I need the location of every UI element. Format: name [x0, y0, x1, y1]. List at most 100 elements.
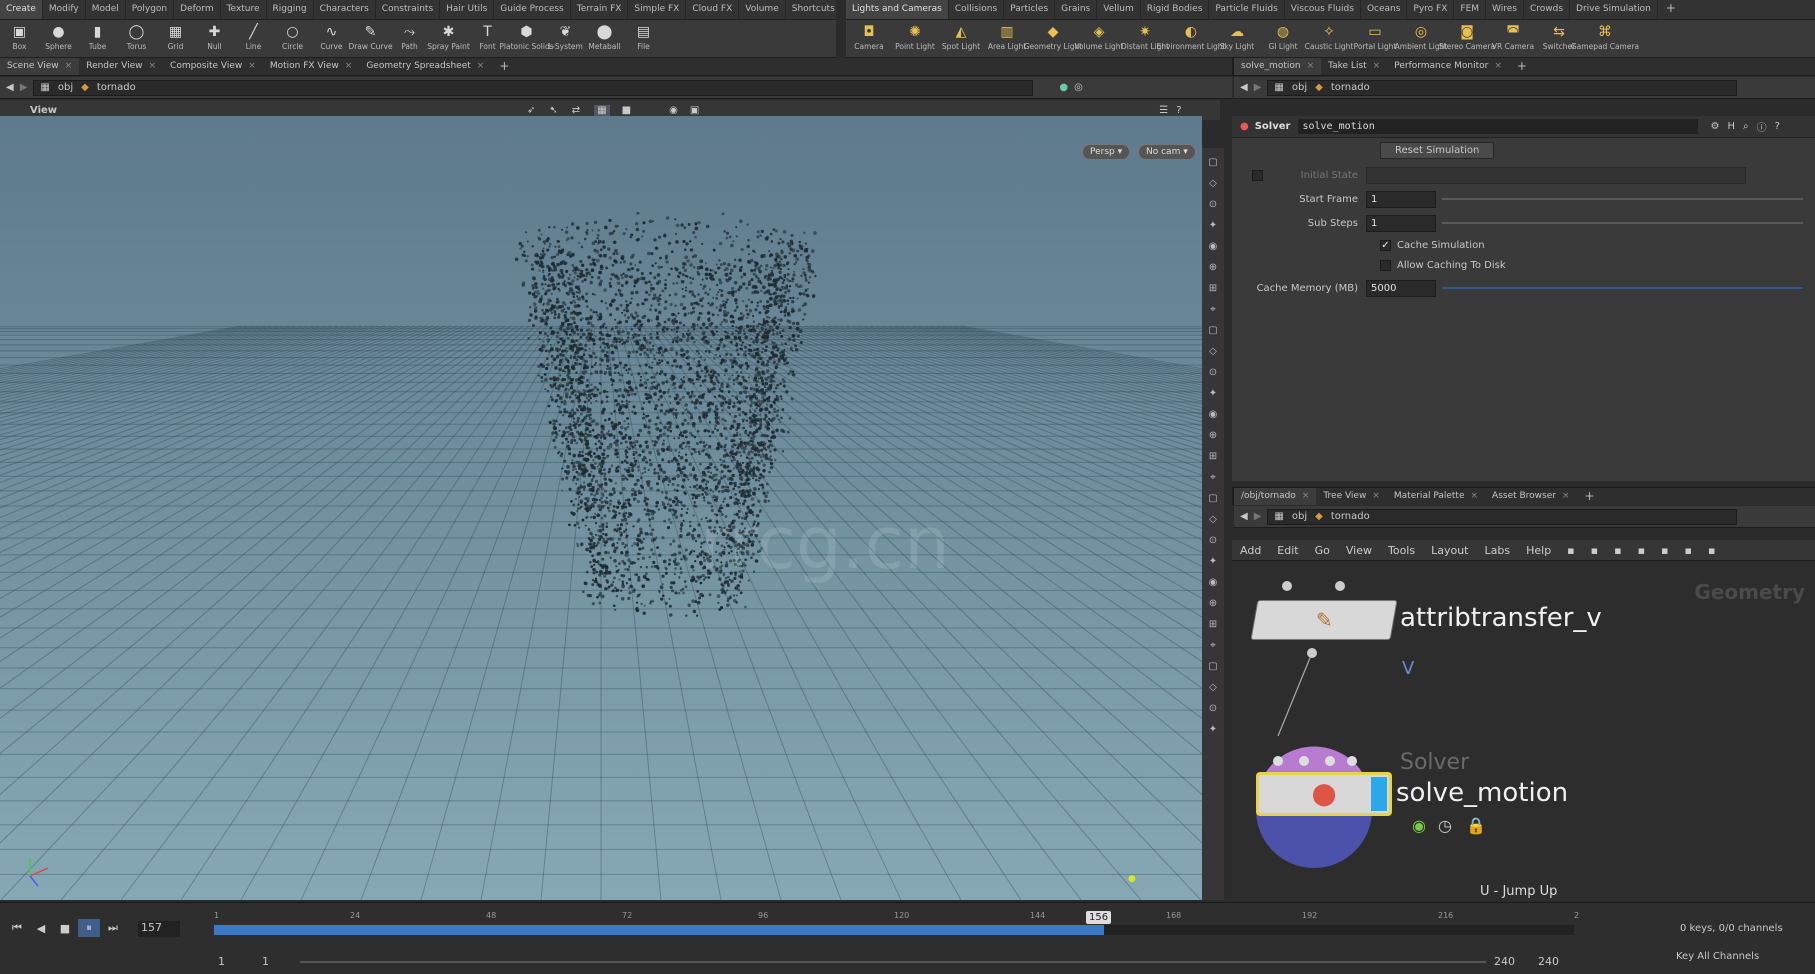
playback-start-field[interactable]: 1	[262, 955, 269, 968]
display-flag-icon[interactable]	[1371, 777, 1387, 811]
search-icon[interactable]: ▪	[1700, 544, 1723, 557]
shelf-tool-file[interactable]: ▤ File	[624, 20, 663, 57]
path-node[interactable]: tornado	[1331, 82, 1370, 93]
pane-tab[interactable]: Tree View ×	[1316, 488, 1387, 505]
camera-menu[interactable]: No cam ▾	[1138, 144, 1196, 160]
back-arrow-icon[interactable]: ◀	[6, 82, 14, 93]
shelf-tool-curve[interactable]: ∿ Curve	[312, 20, 351, 57]
shelf-tool-null[interactable]: ✚ Null	[195, 20, 234, 57]
initial-state-checkbox[interactable]	[1252, 169, 1263, 181]
pin-icon[interactable]: ●	[1059, 82, 1068, 93]
viewport-tool-icon[interactable]: ⌖	[1207, 639, 1220, 652]
viewport-tool-icon[interactable]: ◇	[1207, 177, 1220, 190]
network-menu-item[interactable]: Add	[1232, 544, 1269, 557]
range-start-field[interactable]: 1	[218, 955, 225, 968]
shelf-tab[interactable]: Collisions	[949, 0, 1005, 19]
shelf-tab[interactable]: Viscous Fluids	[1285, 0, 1361, 19]
shelf-tool-volume-light[interactable]: ◈ Volume Light	[1075, 20, 1124, 57]
pause-icon[interactable]: ⏸	[78, 919, 100, 937]
bypass-icon[interactable]: ◉	[1412, 816, 1426, 835]
shelf-tool-portal-light[interactable]: ▭ Portal Light	[1352, 20, 1398, 57]
node-name-field[interactable]: solve_motion	[1298, 119, 1699, 134]
help-icon[interactable]: ?	[1176, 105, 1181, 116]
add-pane-tab-icon[interactable]: +	[491, 58, 517, 75]
shelf-tool-distant-light[interactable]: ✷ Distant Light	[1121, 20, 1169, 57]
help-book-icon[interactable]: H	[1727, 121, 1735, 132]
sub-steps-slider[interactable]	[1442, 222, 1803, 224]
cache-memory-field[interactable]: 5000	[1366, 279, 1436, 297]
viewport-tool-icon[interactable]: ⌖	[1207, 471, 1220, 484]
grid-view-icon[interactable]: ▪	[1606, 544, 1629, 557]
pane-tab[interactable]: solve_motion ×	[1234, 58, 1322, 75]
pane-tab[interactable]: Scene View ×	[0, 58, 80, 75]
shelf-tab[interactable]: Modify	[43, 0, 86, 19]
timeline-track[interactable]	[214, 925, 1574, 935]
shelf-tab[interactable]: Characters	[314, 0, 376, 19]
pane-tab[interactable]: Motion FX View ×	[263, 58, 359, 75]
gear-icon[interactable]: ⚙	[1710, 121, 1719, 132]
shelf-tool-environment-light[interactable]: ◐ Environment Light	[1157, 20, 1226, 57]
shelf-tab[interactable]: Constraints	[376, 0, 441, 19]
add-shelf-tab-icon[interactable]: +	[1658, 0, 1684, 19]
shelf-tool-path[interactable]: ⤳ Path	[390, 20, 429, 57]
network-box-icon[interactable]: ▪	[1677, 544, 1700, 557]
wrench-icon[interactable]: ▪	[1559, 544, 1582, 557]
list-icon[interactable]: ▪	[1583, 544, 1606, 557]
shelf-tab[interactable]: Guide Process	[494, 0, 571, 19]
shelf-tool-torus[interactable]: ◯ Torus	[117, 20, 156, 57]
network-menu-item[interactable]: Tools	[1380, 544, 1423, 557]
viewport-tool-icon[interactable]: ▢	[1207, 660, 1220, 673]
search-icon[interactable]: ⌕	[1743, 121, 1749, 132]
network-menu-item[interactable]: Labs	[1477, 544, 1519, 557]
close-icon[interactable]: ×	[1494, 61, 1502, 75]
path-root[interactable]: obj	[1292, 82, 1307, 93]
shelf-tab[interactable]: Deform	[174, 0, 221, 19]
range-slider[interactable]	[300, 961, 1486, 963]
playback-end-field[interactable]: 240	[1494, 955, 1515, 968]
viewport-tool-icon[interactable]: ✦	[1207, 219, 1220, 232]
shelf-tool-font[interactable]: T Font	[468, 20, 507, 57]
shelf-tab[interactable]: Grains	[1055, 0, 1098, 19]
link-icon[interactable]: ◎	[1074, 82, 1083, 93]
snapshot-icon[interactable]: ▣	[690, 105, 699, 116]
shelf-tool-ambient-light[interactable]: ◎ Ambient Light	[1395, 20, 1448, 57]
shelf-tab[interactable]: Rigging	[267, 0, 314, 19]
viewport-tool-icon[interactable]: ◇	[1207, 345, 1220, 358]
info-icon[interactable]: ⓘ	[1757, 119, 1767, 134]
viewport-tool-icon[interactable]: ⊙	[1207, 366, 1220, 379]
shelf-tool-geometry-light[interactable]: ◆ Geometry Light	[1024, 20, 1083, 57]
network-menu-item[interactable]: Edit	[1269, 544, 1306, 557]
shelf-tab[interactable]: Particles	[1004, 0, 1056, 19]
pane-tab[interactable]: Performance Monitor ×	[1387, 58, 1509, 75]
close-icon[interactable]: ×	[65, 61, 73, 75]
shelf-tool-sphere[interactable]: ● Sphere	[39, 20, 78, 57]
close-icon[interactable]: ×	[477, 61, 485, 75]
shelf-tab[interactable]: Vellum	[1097, 0, 1141, 19]
sticky-note-icon[interactable]: ▪	[1653, 544, 1676, 557]
shelf-tab[interactable]: Hair Utils	[440, 0, 495, 19]
close-icon[interactable]: ×	[1373, 61, 1381, 75]
shelf-tool-gamepad-camera[interactable]: ⌘ Gamepad Camera	[1571, 20, 1639, 57]
path-node[interactable]: tornado	[1331, 511, 1370, 522]
align-icon[interactable]: ⇄	[572, 105, 580, 116]
shelf-tool-vr-camera[interactable]: ◚ VR Camera	[1490, 20, 1536, 57]
solve-motion-node[interactable]: ⬤	[1256, 772, 1392, 816]
viewport-tool-icon[interactable]: ⊙	[1207, 198, 1220, 211]
pane-tab[interactable]: /obj/tornado ×	[1234, 488, 1317, 505]
help-icon[interactable]: ?	[1775, 121, 1780, 132]
shelf-tab[interactable]: Rigid Bodies	[1141, 0, 1210, 19]
network-menu-item[interactable]: Help	[1518, 544, 1559, 557]
viewport-tool-icon[interactable]: ⊞	[1207, 450, 1220, 463]
viewport-tool-icon[interactable]: ✦	[1207, 387, 1220, 400]
shelf-tool-metaball[interactable]: ⬤ Metaball	[585, 20, 624, 57]
persp-menu[interactable]: Persp ▾	[1082, 144, 1131, 160]
jump-end-icon[interactable]: ⏭	[102, 919, 124, 937]
cache-memory-slider[interactable]	[1442, 287, 1803, 289]
shelf-tab[interactable]: Model	[86, 0, 126, 19]
shelf-tab[interactable]: Shortcuts	[786, 0, 836, 19]
close-icon[interactable]: ×	[248, 61, 256, 75]
add-pane-tab-icon[interactable]: +	[1509, 58, 1535, 75]
shelf-tool-spray-paint[interactable]: ✱ Spray Paint	[427, 20, 470, 57]
shelf-tab[interactable]: Simple FX	[628, 0, 687, 19]
shelf-tab[interactable]: Volume	[739, 0, 786, 19]
